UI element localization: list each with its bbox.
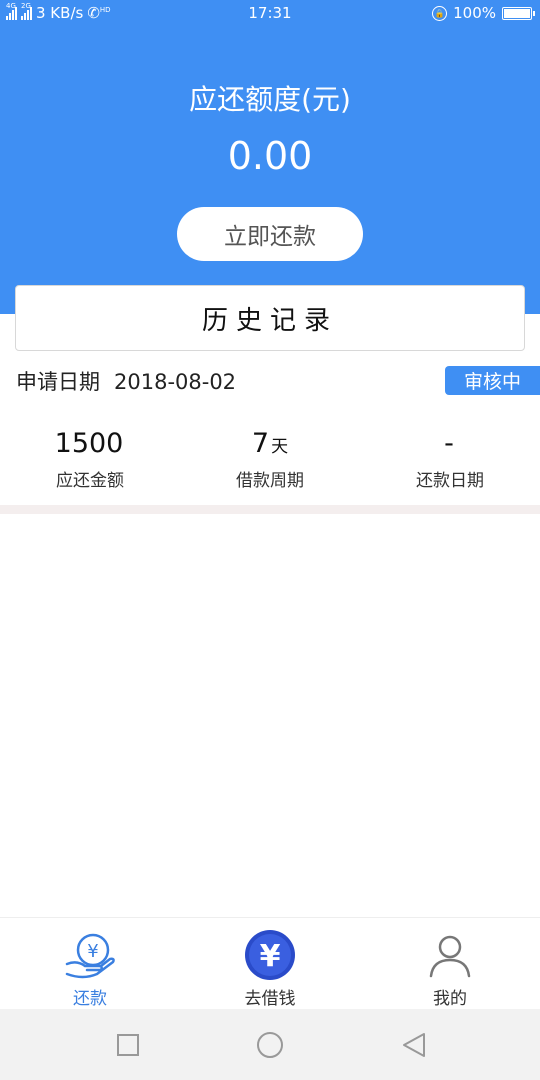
tab-borrow[interactable]: ¥ 去借钱 <box>180 918 360 1009</box>
apply-date-label: 申请日期 <box>16 370 100 394</box>
bottom-tab-bar: ¥ 还款 ¥ 去借钱 我的 <box>0 917 540 1009</box>
stat-repay-date: - 还款日期 <box>360 424 540 491</box>
system-nav-bar <box>0 1009 540 1080</box>
history-records-button[interactable]: 历史记录 <box>15 285 525 351</box>
svg-text:¥: ¥ <box>260 939 281 974</box>
status-badge: 审核中 <box>445 366 540 395</box>
battery-icon <box>502 6 535 20</box>
tab-mine[interactable]: 我的 <box>360 918 540 1009</box>
status-right: 🔒 100% <box>432 4 535 22</box>
user-icon <box>422 928 478 982</box>
rotation-lock-icon: 🔒 <box>432 5 448 21</box>
recent-apps-icon[interactable] <box>114 1031 142 1059</box>
home-icon[interactable] <box>256 1031 284 1059</box>
back-icon[interactable] <box>400 1031 428 1059</box>
stat-label: 借款周期 <box>236 471 304 491</box>
stat-loan-period: 7天 借款周期 <box>180 424 360 491</box>
status-bar: 4G 2G 3 KB/s ✆HD 17:31 🔒 100% <box>0 0 540 28</box>
tab-label: 去借钱 <box>244 989 296 1009</box>
due-amount-title: 应还额度(元) <box>189 83 351 116</box>
repay-now-button[interactable]: 立即还款 <box>177 207 363 261</box>
due-amount-value: 0.00 <box>227 134 313 178</box>
yen-coin-icon: ¥ <box>242 928 298 982</box>
stat-unit: 天 <box>271 437 289 457</box>
stat-value: - <box>444 428 454 459</box>
section-divider <box>0 505 540 514</box>
apply-date-row: 申请日期 2018-08-02 <box>16 366 236 396</box>
tab-label: 还款 <box>73 989 107 1009</box>
stat-label: 应还金额 <box>56 471 124 491</box>
repay-hand-icon: ¥ <box>62 928 118 982</box>
apply-date-value: 2018-08-02 <box>114 370 237 394</box>
battery-percent: 100% <box>453 4 496 22</box>
loan-stats: 1500 应还金额 7天 借款周期 - 还款日期 <box>0 424 540 491</box>
tab-label: 我的 <box>433 989 467 1009</box>
svg-text:¥: ¥ <box>87 941 98 962</box>
stat-value: 1500 <box>54 428 124 459</box>
tab-repay[interactable]: ¥ 还款 <box>0 918 180 1009</box>
header-background: 4G 2G 3 KB/s ✆HD 17:31 🔒 100% 应还额度(元) 0.… <box>0 0 540 314</box>
stat-repay-amount: 1500 应还金额 <box>0 424 180 491</box>
stat-label: 还款日期 <box>416 471 484 491</box>
stat-value: 7 <box>251 428 270 459</box>
